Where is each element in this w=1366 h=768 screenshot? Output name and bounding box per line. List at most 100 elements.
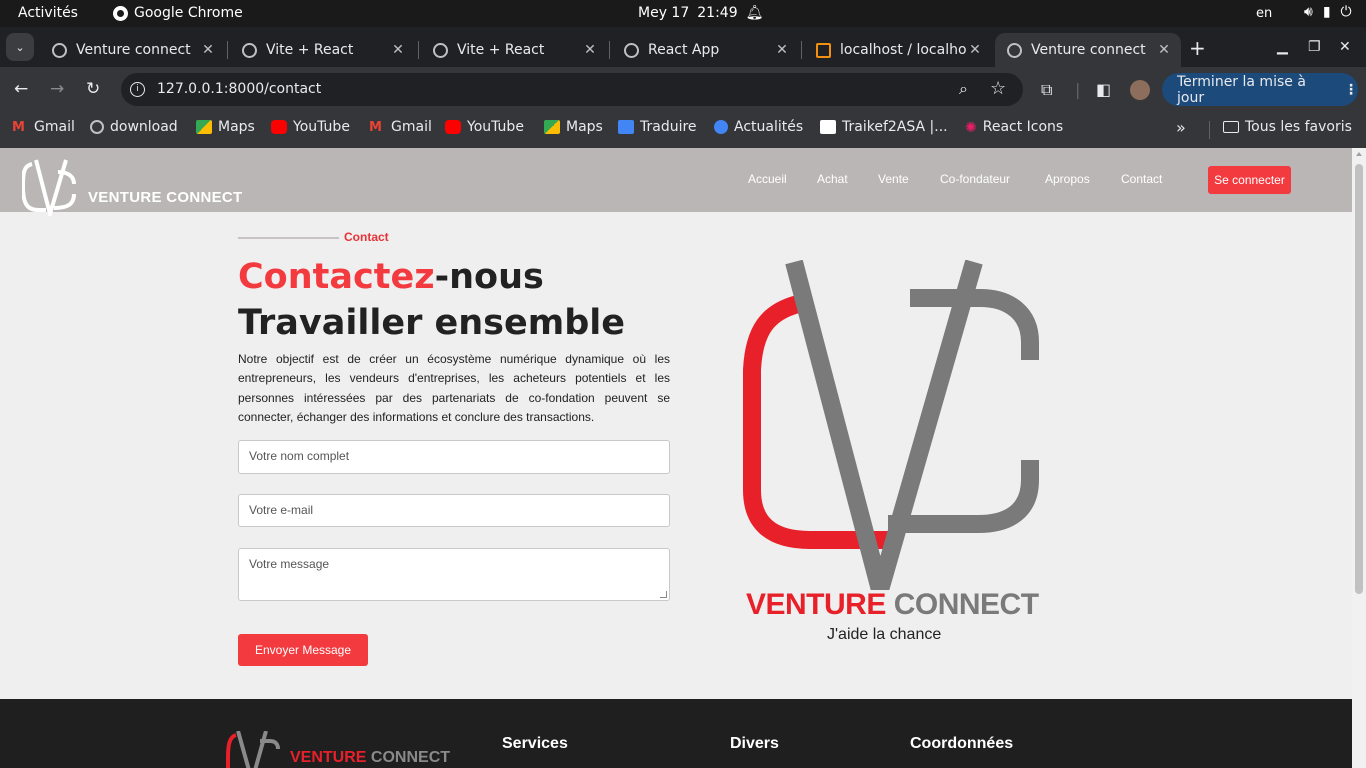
bookmark-youtube-2[interactable]: YouTube: [445, 119, 524, 135]
app-menu[interactable]: Google Chrome: [113, 5, 243, 21]
globe-icon: [242, 42, 257, 58]
site-footer: VENTURE CONNECT Services Divers Coordonn…: [0, 699, 1352, 768]
all-bookmarks-folder[interactable]: Tous les favoris: [1223, 119, 1352, 135]
close-icon[interactable]: ✕: [199, 42, 217, 58]
update-label: Terminer la mise à jour: [1177, 73, 1306, 106]
volume-icon: 🔊︎: [1304, 4, 1313, 20]
tab-vite-react-1[interactable]: Vite + React ✕: [230, 33, 415, 67]
bookmark-gmail-2[interactable]: M Gmail: [369, 119, 432, 135]
more-bookmarks-icon[interactable]: »: [1176, 118, 1186, 137]
scrollbar-thumb[interactable]: [1355, 164, 1363, 594]
page-scrollbar[interactable]: [1352, 148, 1366, 768]
nav-achat[interactable]: Achat: [817, 172, 848, 186]
tab-venture-connect-active[interactable]: Venture connect ✕: [995, 33, 1181, 67]
resize-handle-icon[interactable]: [660, 591, 667, 598]
activities-button[interactable]: Activités: [18, 5, 78, 21]
scroll-up-icon[interactable]: [1356, 152, 1362, 156]
bookmark-actualites[interactable]: Actualités: [714, 119, 803, 135]
menu-dots-icon[interactable]: ⋮: [1344, 82, 1358, 98]
reload-button[interactable]: ↻: [86, 79, 100, 99]
footer-brand-red: VENTURE: [290, 749, 367, 766]
footer-heading-divers: Divers: [730, 735, 779, 752]
bookmark-star-icon[interactable]: ☆: [990, 78, 1006, 99]
forward-button[interactable]: →: [50, 79, 64, 99]
heading-highlight: Contactez: [238, 257, 435, 297]
nav-contact[interactable]: Contact: [1121, 172, 1162, 186]
site-brand[interactable]: VENTURE CONNECT: [22, 158, 243, 216]
nav-apropos[interactable]: Apropos: [1045, 172, 1090, 186]
react-icon: ✺: [965, 120, 977, 136]
footer-heading-coordonnees: Coordonnées: [910, 735, 1014, 752]
bookmark-label: React Icons: [982, 119, 1064, 135]
section-label: Contact: [344, 230, 389, 244]
email-input[interactable]: Votre e-mail: [238, 494, 670, 527]
tab-phpmyadmin[interactable]: localhost / localho ✕: [804, 33, 992, 67]
close-window-button[interactable]: ✕: [1339, 39, 1351, 55]
minimize-button[interactable]: ▁: [1277, 39, 1288, 55]
language-indicator[interactable]: en: [1256, 6, 1272, 21]
nav-vente[interactable]: Vente: [878, 172, 909, 186]
message-textarea[interactable]: Votre message: [238, 548, 670, 601]
system-status[interactable]: 🔊︎ ▮ ⏻: [1304, 4, 1352, 20]
bookmark-react-icons[interactable]: ✺ React Icons: [965, 119, 1064, 136]
venture-connect-logo: [743, 260, 1039, 590]
globe-icon: [52, 42, 67, 58]
nav-accueil[interactable]: Accueil: [748, 172, 787, 186]
nav-co-fondateur[interactable]: Co-fondateur: [940, 172, 1010, 186]
zoom-icon[interactable]: ⌕: [959, 79, 968, 99]
close-icon[interactable]: ✕: [966, 42, 984, 58]
url-text[interactable]: 127.0.0.1:8000/contact: [157, 81, 321, 97]
bookmark-maps-2[interactable]: Maps: [544, 119, 603, 135]
globe-icon: [1007, 42, 1022, 58]
tab-title: Venture connect: [76, 42, 191, 58]
close-icon[interactable]: ✕: [389, 42, 407, 58]
bookmark-traduire[interactable]: Traduire: [618, 119, 697, 135]
bookmark-traikef[interactable]: Traikef2ASA |...: [820, 119, 948, 135]
bookmark-label: Maps: [566, 119, 603, 135]
login-button[interactable]: Se connecter: [1208, 166, 1291, 194]
heading-rest: -nous: [434, 257, 544, 297]
globe-icon: [624, 42, 639, 58]
bookmark-download[interactable]: download: [90, 119, 178, 135]
close-icon[interactable]: ✕: [1155, 42, 1173, 58]
bookmark-maps-1[interactable]: Maps: [196, 119, 255, 135]
gmail-icon: M: [12, 120, 25, 135]
tab-title: Vite + React: [266, 42, 354, 58]
name-input[interactable]: Votre nom complet: [238, 440, 670, 474]
tab-search-button[interactable]: ⌄: [6, 33, 34, 61]
intro-paragraph: Notre objectif est de créer un écosystèm…: [238, 352, 670, 424]
site-info-icon[interactable]: i: [130, 82, 145, 97]
maps-icon: [196, 120, 212, 134]
bookmark-label: Traduire: [640, 119, 697, 135]
footer-brand-gray: CONNECT: [370, 749, 451, 766]
new-tab-button[interactable]: +: [1189, 36, 1206, 60]
send-message-button[interactable]: Envoyer Message: [238, 634, 368, 666]
maximize-button[interactable]: ❐: [1308, 39, 1321, 55]
clock[interactable]: Mey 17 21:49 🔔︎: [638, 5, 763, 21]
globe-icon: [433, 42, 448, 58]
close-icon[interactable]: ✕: [581, 42, 599, 58]
tab-react-app[interactable]: React App ✕: [612, 33, 799, 67]
app-name: Google Chrome: [134, 5, 243, 21]
back-button[interactable]: ←: [14, 79, 28, 99]
profile-avatar[interactable]: [1130, 80, 1150, 100]
close-icon[interactable]: ✕: [773, 42, 791, 58]
brand-name: VENTURE CONNECT: [88, 188, 243, 206]
side-panel-icon[interactable]: ◧: [1096, 80, 1111, 99]
browser-toolbar: ← → ↻ i 127.0.0.1:8000/contact ⌕ ☆ ⧉ | ◧…: [0, 67, 1366, 112]
extensions-icon[interactable]: ⧉: [1041, 80, 1052, 100]
address-bar[interactable]: i 127.0.0.1:8000/contact ⌕ ☆: [121, 73, 1023, 106]
web-page: VENTURE CONNECT Accueil Achat Vente Co-f…: [0, 148, 1352, 768]
tab-venture-connect-1[interactable]: Venture connect ✕: [40, 33, 225, 67]
name-placeholder: Votre nom complet: [249, 449, 350, 463]
tab-title: Vite + React: [457, 42, 545, 58]
footer-brand: VENTURE CONNECT: [290, 749, 450, 767]
update-button[interactable]: Terminer la mise à jour ⋮: [1162, 73, 1358, 106]
bookmark-label: Actualités: [734, 119, 804, 135]
bookmark-youtube-1[interactable]: YouTube: [271, 119, 350, 135]
bookmark-gmail-1[interactable]: M Gmail: [12, 119, 75, 135]
time-label: 21:49: [697, 5, 738, 21]
youtube-icon: [445, 120, 461, 134]
tab-vite-react-2[interactable]: Vite + React ✕: [421, 33, 607, 67]
all-bookmarks-label: Tous les favoris: [1245, 119, 1352, 135]
